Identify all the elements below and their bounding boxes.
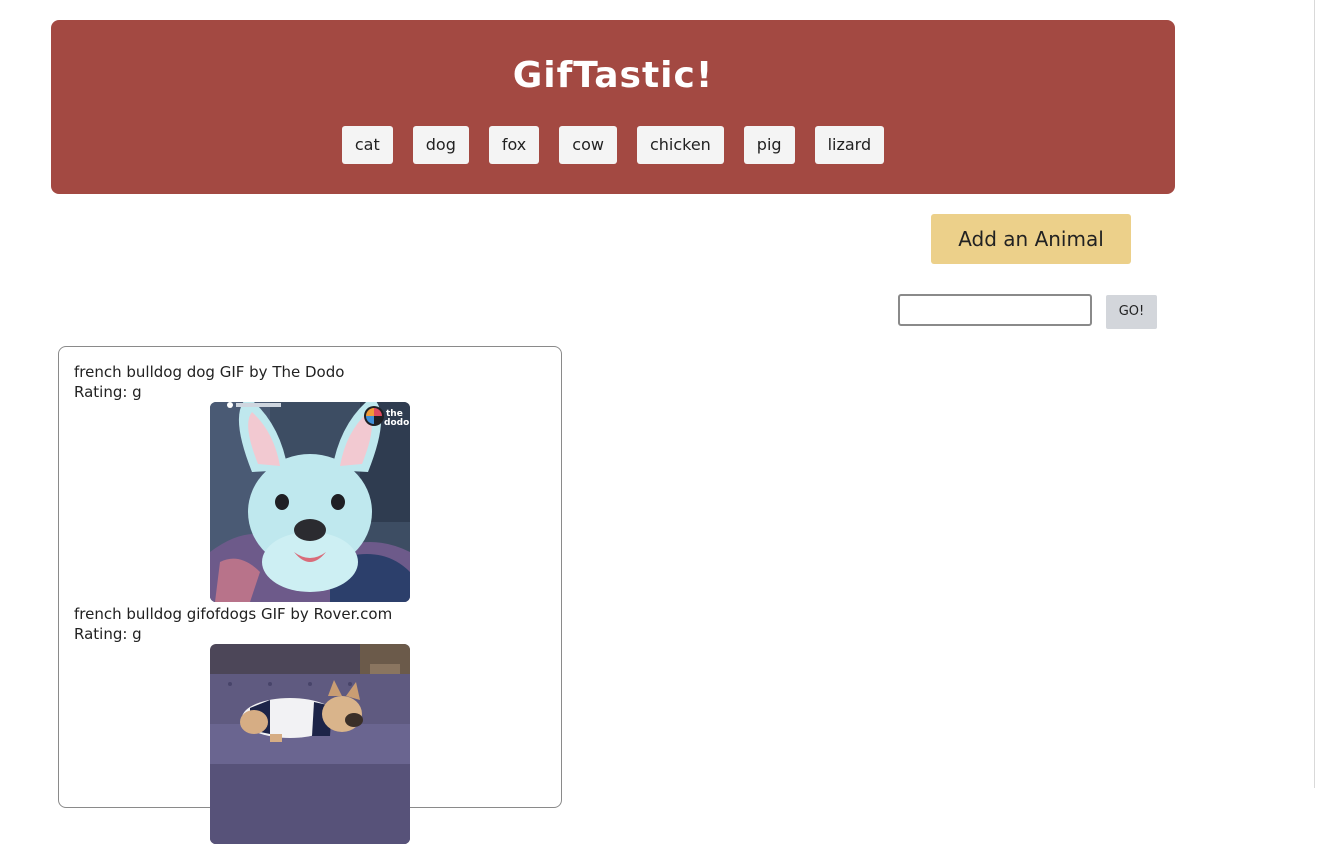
animal-button-pig[interactable]: pig: [743, 126, 795, 164]
puppy-gif-illustration: the dodo: [210, 402, 410, 602]
page-edge-divider: [1314, 0, 1315, 788]
dodo-watermark-line2: dodo: [384, 418, 409, 428]
animal-button-fox[interactable]: fox: [488, 126, 540, 164]
gif-title: french bulldog gifofdogs GIF by Rover.co…: [74, 605, 393, 623]
animal-button-dog[interactable]: dog: [412, 126, 469, 164]
gif-title: french bulldog dog GIF by The Dodo: [74, 363, 345, 381]
animal-button-row: cat dog fox cow chicken pig lizard: [51, 126, 1175, 164]
animal-button-chicken[interactable]: chicken: [636, 126, 724, 164]
add-animal-button[interactable]: Add an Animal: [931, 214, 1131, 264]
app-header: GifTastic! cat dog fox cow chicken pig lizard: [51, 20, 1175, 194]
go-button[interactable]: GO!: [1106, 295, 1157, 329]
page-title: GifTastic!: [512, 55, 714, 96]
animal-button-lizard[interactable]: lizard: [814, 126, 885, 164]
gif-image-bulldog-couch[interactable]: [210, 644, 410, 844]
bulldog-gif-illustration: [210, 644, 410, 844]
animal-button-cow[interactable]: cow: [559, 126, 617, 164]
gif-rating: Rating: g: [74, 383, 142, 401]
gif-rating: Rating: g: [74, 625, 142, 643]
gif-results-panel: french bulldog dog GIF by The Dodo Ratin…: [58, 346, 562, 844]
animal-button-cat[interactable]: cat: [341, 126, 393, 164]
animal-search-input[interactable]: [898, 294, 1092, 326]
gif-image-puppy[interactable]: the dodo: [210, 402, 410, 602]
